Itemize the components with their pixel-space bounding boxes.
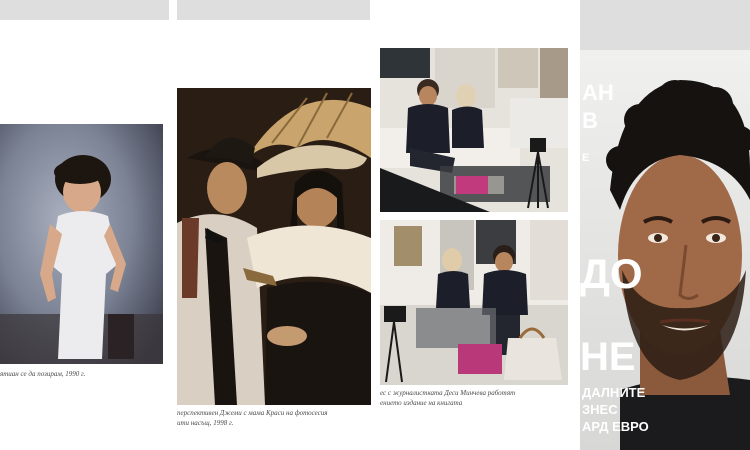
interview-photo-top: [380, 48, 568, 212]
middle-photo-caption-line1: перспективен Джеми с мама Краси на фотос…: [177, 409, 328, 417]
top-bar-left: [0, 0, 169, 20]
cover-title-fragment-4: НЕ: [580, 335, 636, 379]
cover-subtitle-line-3: АРД ЕВРО: [582, 419, 649, 434]
book-cover: АН В Е ДО НЕ ДАЛНИТЕ ЗНЕС АРД ЕВРО: [580, 50, 750, 450]
right-photo-caption-line1: ес с журналистката Деси Минчева работят: [380, 389, 516, 397]
sepia-family-photo: [177, 88, 371, 405]
top-bar-middle: [177, 0, 370, 20]
cover-subtitle-line-2: ЗНЕС: [582, 402, 618, 417]
cover-title-fragment-1: АН: [582, 80, 614, 105]
top-bar-right: [580, 0, 750, 50]
cover-side-letter: Е: [582, 152, 590, 164]
child-portrait-photo: [0, 124, 163, 364]
cover-subtitle-line-1: ДАЛНИТЕ: [582, 385, 646, 400]
cover-title-fragment-3: ДО: [580, 250, 643, 297]
left-photo-caption: ятиан се да позирам, 1990 г.: [0, 370, 86, 378]
cover-title-fragment-2: В: [582, 108, 598, 133]
interview-photo-bottom: [380, 220, 568, 385]
right-photo-caption-line2: ението издание на книгата: [380, 399, 463, 407]
middle-photo-caption-line2: ити насъщ, 1998 г.: [177, 419, 234, 427]
